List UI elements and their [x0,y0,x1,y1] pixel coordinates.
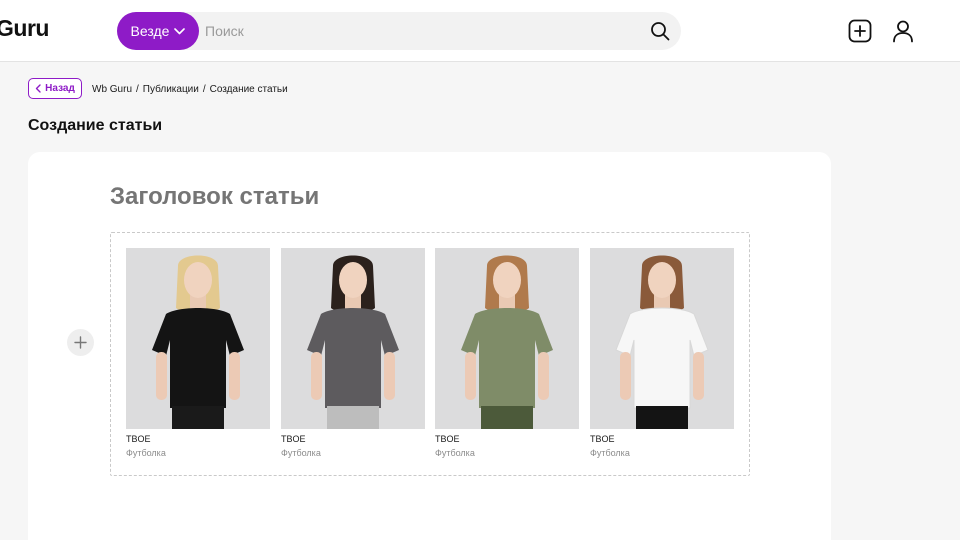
product-brand: TBOE [590,434,615,444]
search-scope-label: Везде [130,23,170,39]
add-block-button[interactable] [67,329,94,356]
search-scope-dropdown[interactable]: Везде [117,12,199,50]
back-button[interactable]: Назад [28,78,82,99]
product-photo [281,248,425,429]
search-bar: Везде [117,12,681,50]
article-title-input[interactable] [110,183,710,211]
product-name: Футболка [590,448,630,458]
product-name: Футболка [281,448,321,458]
top-header: Guru Везде [0,0,960,62]
article-editor: TBOE Футболка TBOE Футболка TBOE Футболк… [28,152,831,540]
product-brand: TBOE [126,434,151,444]
product-card[interactable]: TBOE Футболка [281,248,425,458]
product-name: Футболка [435,448,475,458]
product-photo [435,248,579,429]
product-photo [126,248,270,429]
breadcrumb: Wb Guru / Публикации / Создание статьи [92,84,288,95]
add-publication-icon[interactable] [847,18,873,44]
breadcrumb-separator: / [136,84,139,95]
product-name: Футболка [126,448,166,458]
product-card[interactable]: TBOE Футболка [126,248,270,458]
product-card[interactable]: TBOE Футболка [590,248,734,458]
breadcrumb-separator: / [202,84,206,95]
product-photo [590,248,734,429]
product-brand: TBOE [281,434,306,444]
site-logo[interactable]: Guru [0,15,49,42]
breadcrumb-item-publications[interactable]: Публикации [143,84,199,95]
product-brand: TBOE [435,434,460,444]
search-input[interactable] [205,16,635,46]
breadcrumb-item-wb-guru[interactable]: Wb Guru [92,84,132,95]
product-card[interactable]: TBOE Футболка [435,248,579,458]
back-button-label: Назад [45,83,75,94]
breadcrumb-item-current: Создание статьи [209,84,288,95]
chevron-left-icon [35,84,41,93]
user-icon[interactable] [890,18,916,44]
product-block[interactable]: TBOE Футболка TBOE Футболка TBOE Футболк… [110,232,750,476]
chevron-down-icon [174,27,186,34]
search-icon[interactable] [649,20,671,42]
plus-icon [74,336,87,349]
page-title: Создание статьи [28,117,163,134]
